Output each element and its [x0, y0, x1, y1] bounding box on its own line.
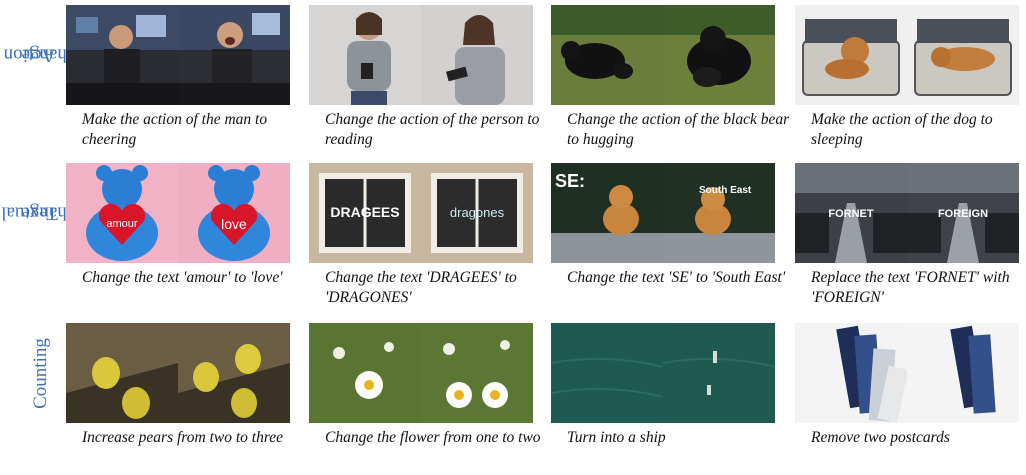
example-cat-text: SE: South East Change the text 'SE' to '…	[551, 163, 785, 288]
example-flowers: Change the flower from one to two	[309, 323, 541, 448]
caption: Change the text 'SE' to 'South East'	[567, 269, 786, 286]
love-text: love	[221, 216, 247, 232]
image-pair: FORNET FOREIGN	[795, 163, 1019, 263]
example-dog-sleeping: Make the action of the dog to sleeping	[795, 5, 1019, 150]
example-ship: Turn into a ship	[551, 323, 775, 448]
image-pair: SE: South East	[551, 163, 775, 263]
source-image	[66, 5, 178, 105]
dragees-text: DRAGEES	[330, 204, 399, 220]
edited-image	[421, 323, 533, 423]
caption: Change the action of the person to readi…	[325, 111, 540, 148]
caption: Turn into a ship	[567, 429, 666, 446]
example-man-cheering: Make the action of the man to cheering	[66, 5, 290, 150]
edited-image: South East	[663, 163, 775, 263]
row-label-textual-change: Textual Change	[1, 202, 80, 224]
image-pair	[309, 323, 533, 423]
edited-image	[663, 323, 775, 423]
caption: Change the text 'amour' to 'love'	[82, 269, 283, 286]
image-pair	[551, 323, 775, 423]
source-image: amour	[66, 163, 178, 263]
image-pair	[309, 5, 533, 105]
fornet-text: FORNET	[828, 208, 874, 220]
image-pair: amour love	[66, 163, 290, 263]
caption: Remove two postcards	[811, 429, 950, 446]
source-image: DRAGEES	[309, 163, 421, 263]
caption: Change the flower from one to two	[325, 429, 541, 446]
edited-image: FOREIGN	[907, 163, 1019, 263]
example-pears: Increase pears from two to three	[66, 323, 290, 448]
source-image: SE:	[551, 163, 663, 263]
caption: Change the text 'DRAGEES' to 'DRAGONES'	[325, 269, 517, 306]
edited-image	[907, 5, 1019, 105]
edited-image: love	[178, 163, 290, 263]
source-image	[795, 323, 907, 423]
source-image	[551, 5, 663, 105]
example-teddy-text: amour love Change the text 'amour' to 'l…	[66, 163, 290, 288]
source-image	[551, 323, 663, 423]
image-pair: DRAGEES dragones	[309, 163, 533, 263]
source-image: FORNET	[795, 163, 907, 263]
source-image	[309, 5, 421, 105]
caption: Replace the text 'FORNET' with 'FOREIGN'	[811, 269, 1010, 306]
example-factory-text: FORNET FOREIGN Replace the text 'FORNET'…	[795, 163, 1019, 308]
example-postcards: Remove two postcards	[795, 323, 1019, 448]
image-pair	[551, 5, 775, 105]
caption: Make the action of the dog to sleeping	[811, 111, 993, 148]
amour-text: amour	[106, 218, 138, 230]
edited-image	[178, 5, 290, 105]
caption: Make the action of the man to cheering	[82, 111, 268, 148]
foreign-text: FOREIGN	[938, 208, 988, 220]
example-window-text: DRAGEES dragones Change the text 'DRAGEE…	[309, 163, 533, 308]
example-bear-hugging: Change the action of the black bear to h…	[551, 5, 789, 150]
edited-image: dragones	[421, 163, 533, 263]
row-label-counting: Counting	[29, 337, 51, 409]
edited-image	[421, 5, 533, 105]
image-pair	[795, 323, 1019, 423]
south-east-text: South East	[699, 185, 752, 196]
caption: Change the action of the black bear to h…	[567, 111, 790, 148]
source-image	[66, 323, 178, 423]
image-pair	[66, 323, 290, 423]
image-pair	[66, 5, 290, 105]
caption: Increase pears from two to three	[82, 429, 284, 446]
edited-image	[907, 323, 1019, 423]
dragones-text: dragones	[450, 205, 505, 220]
edited-image	[178, 323, 290, 423]
row-label-action-change: Action Change	[3, 44, 80, 66]
se-text: SE:	[555, 171, 585, 191]
source-image	[795, 5, 907, 105]
example-person-reading: Change the action of the person to readi…	[309, 5, 539, 150]
edited-image	[663, 5, 775, 105]
image-pair	[795, 5, 1019, 105]
source-image	[309, 323, 421, 423]
